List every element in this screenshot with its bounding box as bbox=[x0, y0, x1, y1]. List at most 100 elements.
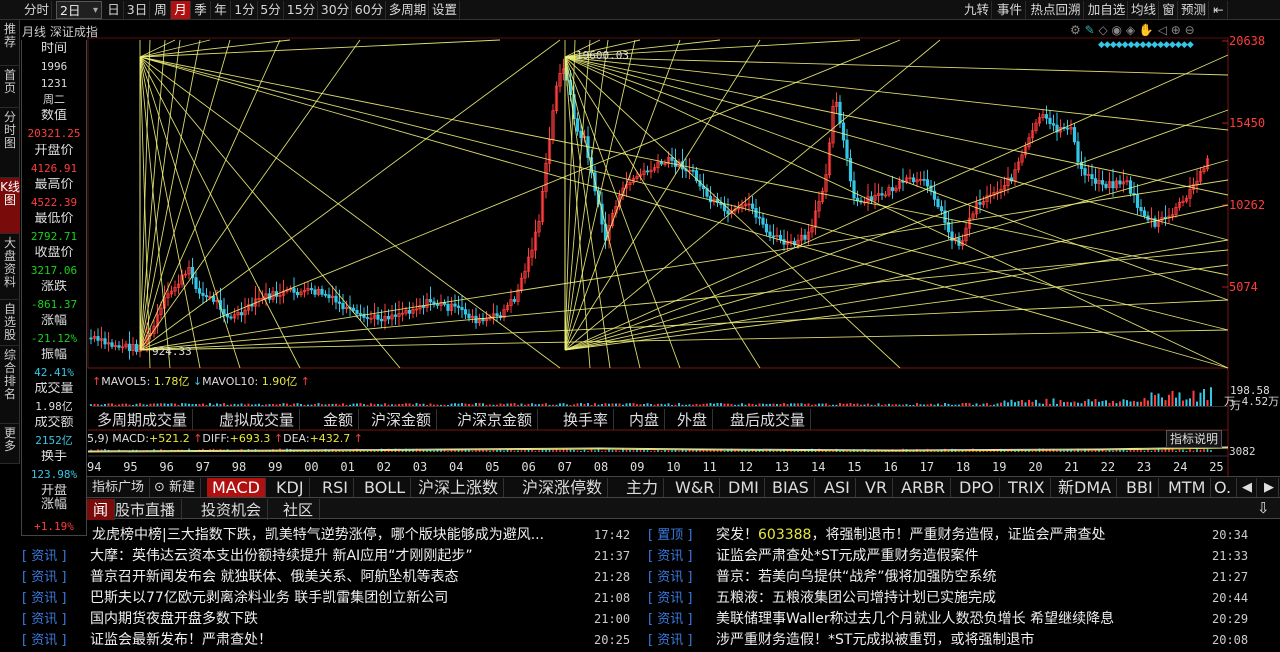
year-tick: 24 bbox=[1173, 460, 1188, 474]
itab-macd[interactable]: MACD bbox=[207, 478, 266, 497]
data-window-label: 最低价 bbox=[34, 212, 74, 226]
news-title[interactable]: 美联储理事Waller称过去几个月就业人数恐负增长 希望继续降息 bbox=[716, 609, 1114, 630]
itab-new[interactable]: ⊙ 新建 bbox=[149, 478, 202, 497]
news-title[interactable]: 普京：若美向乌提供“战斧”俄将加强防空系统 bbox=[716, 567, 997, 588]
news-tag[interactable]: [ 资讯 ] bbox=[648, 567, 714, 588]
vtab-hs-amount[interactable]: 沪深金额 bbox=[366, 409, 438, 430]
itab-bbi[interactable]: BBI bbox=[1121, 478, 1159, 497]
gear-icon[interactable]: ⚙ bbox=[1070, 23, 1081, 37]
news-title[interactable]: 巴斯夫以77亿欧元剥离涂料业务 联手凯雷集团创立新公司 bbox=[90, 588, 448, 609]
stock-code-link[interactable]: 603388 bbox=[758, 527, 811, 543]
year-tick: 18 bbox=[955, 460, 971, 474]
scroll-right-icon[interactable]: ▶ bbox=[1259, 478, 1279, 497]
itab-asi[interactable]: ASI bbox=[819, 478, 856, 497]
diff-value: +693.3 bbox=[229, 432, 271, 445]
pen-icon[interactable]: ✎ bbox=[1085, 23, 1095, 37]
news-tag[interactable]: [ 资讯 ] bbox=[648, 588, 714, 609]
vtab-turnover[interactable]: 换手率 bbox=[558, 409, 615, 430]
news-item[interactable]: [ 资讯 ] 证监会最新发布！严肃查处！ 20:25 bbox=[22, 630, 632, 651]
news-title[interactable]: 证监会最新发布！严肃查处！ bbox=[90, 630, 272, 651]
news-time: 21:08 bbox=[594, 591, 631, 605]
year-tick: 98 bbox=[231, 460, 247, 474]
volume-tabs: 多周期成交量 虚拟成交量 金额 沪深金额 沪深京金额 换手率 内盘 外盘 盘后成… bbox=[92, 406, 1228, 430]
news-item[interactable]: [ 资讯 ] 美联储理事Waller称过去几个月就业人数恐负增长 希望继续降息 20… bbox=[648, 609, 1256, 630]
hand-icon[interactable]: ✋ bbox=[1139, 23, 1154, 37]
itab-more[interactable]: O. bbox=[1209, 478, 1238, 497]
gann-fan-lines bbox=[139, 39, 1229, 369]
news-tag[interactable]: [ 资讯 ] bbox=[22, 546, 88, 567]
vtab-inner[interactable]: 内盘 bbox=[624, 409, 666, 430]
itab-dpo[interactable]: DPO bbox=[954, 478, 1000, 497]
news-item[interactable]: [ 资讯 ] 普京：若美向乌提供“战斧”俄将加强防空系统 21:27 bbox=[648, 567, 1256, 588]
news-title[interactable]: 龙虎榜中榜|三大指数下跌，凯美特气逆势涨停，哪个版块能够成为避风... bbox=[92, 525, 544, 546]
vtab-hsj-amount[interactable]: 沪深京金额 bbox=[452, 409, 539, 430]
layers-icon[interactable]: ◈ bbox=[1126, 23, 1135, 37]
dea-value: +432.7 bbox=[309, 432, 351, 445]
news-title[interactable]: 突发！603388，将强制退市！严重财务造假，证监会严肃查处 bbox=[716, 525, 1105, 546]
download-icon[interactable]: ⇩ bbox=[1251, 499, 1276, 517]
news-tag[interactable]: [ 资讯 ] bbox=[22, 609, 88, 630]
news-title[interactable]: 五粮液：五粮液集团公司增持计划已实施完成 bbox=[716, 588, 996, 609]
indicator-help-button[interactable]: 指标说明 bbox=[1166, 430, 1222, 448]
itab-mtm[interactable]: MTM bbox=[1163, 478, 1212, 497]
itab-new-dma[interactable]: 新DMA bbox=[1053, 478, 1118, 497]
year-tick: 97 bbox=[195, 460, 211, 474]
itab-boll[interactable]: BOLL bbox=[359, 478, 412, 497]
news-item[interactable]: [ 资讯 ] 大摩：英伟达云资本支出份额持续提升 新AI应用“才刚刚起步” 21:3… bbox=[22, 546, 632, 567]
itab-rsi[interactable]: RSI bbox=[317, 478, 354, 497]
itab-dmi[interactable]: DMI bbox=[723, 478, 765, 497]
itab-hs-limitup[interactable]: 沪深涨停数 bbox=[517, 478, 609, 497]
vtab-amount[interactable]: 金额 bbox=[318, 409, 360, 430]
itab-main-force[interactable]: 主力 bbox=[621, 478, 665, 497]
vtab-virtual-volume[interactable]: 虚拟成交量 bbox=[214, 409, 301, 430]
zoom-in-icon[interactable]: ⊕ bbox=[1171, 23, 1181, 37]
eraser-icon[interactable]: ◇ bbox=[1098, 23, 1107, 37]
news-item[interactable]: [ 资讯 ] 证监会严肃查处*ST元成严重财务造假案件 21:33 bbox=[648, 546, 1256, 567]
eye-icon[interactable]: ◉ bbox=[1112, 23, 1122, 37]
vtab-after-hours[interactable]: 盘后成交量 bbox=[725, 409, 812, 430]
data-window-value: 1.98亿 bbox=[35, 400, 73, 413]
ntab-community[interactable]: 社区 bbox=[277, 499, 321, 520]
news-tag[interactable]: [ 资讯 ] bbox=[22, 588, 88, 609]
data-window-label: 成交额 bbox=[34, 416, 74, 430]
news-item[interactable]: [ 资讯 ] 普京召开新闻发布会 就独联体、俄美关系、阿航坠机等表态 21:28 bbox=[22, 567, 632, 588]
scroll-left-icon[interactable]: ◀ bbox=[1237, 478, 1257, 497]
back-icon[interactable]: ◁ bbox=[1158, 23, 1167, 37]
data-window-label: 成交量 bbox=[34, 382, 74, 396]
vtab-outer[interactable]: 外盘 bbox=[672, 409, 714, 430]
news-item[interactable]: [ 资讯 ] 涉严重财务造假！*ST元成拟被重罚，或将强制退市 20:08 bbox=[648, 630, 1256, 651]
itab-hs-up[interactable]: 沪深上涨数 bbox=[413, 478, 505, 497]
zoom-out-icon[interactable]: ⊖ bbox=[1185, 23, 1195, 37]
vtab-multi-volume[interactable]: 多周期成交量 bbox=[92, 409, 194, 430]
news-title[interactable]: 大摩：英伟达云资本支出份额持续提升 新AI应用“才刚刚起步” bbox=[90, 546, 473, 567]
low-price-label: 924.33 bbox=[152, 345, 192, 358]
ntab-live[interactable]: 股市直播 bbox=[109, 499, 183, 520]
news-title[interactable]: 国内期货夜盘开盘多数下跌 bbox=[90, 609, 258, 630]
news-item[interactable]: [ 置顶 ] 突发！603388，将强制退市！严重财务造假，证监会严肃查处 20:3… bbox=[648, 525, 1256, 546]
news-tag[interactable]: [ 资讯 ] bbox=[648, 609, 714, 630]
news-title[interactable]: 证监会严肃查处*ST元成严重财务造假案件 bbox=[716, 546, 978, 567]
year-tick: 25 bbox=[1209, 460, 1224, 474]
news-item[interactable]: [ 资讯 ] 巴斯夫以77亿欧元剥离涂料业务 联手凯雷集团创立新公司 21:08 bbox=[22, 588, 632, 609]
news-tabs: 闻 股市直播 投资机会 社区 ⇩ bbox=[87, 498, 1280, 520]
news-tag[interactable]: [ 资讯 ] bbox=[648, 630, 714, 651]
itab-bias[interactable]: BIAS bbox=[767, 478, 815, 497]
news-tag[interactable]: [ 资讯 ] bbox=[22, 630, 88, 651]
itab-wr[interactable]: W&R bbox=[670, 478, 721, 497]
news-tag[interactable]: [ 置顶 ] bbox=[648, 525, 714, 546]
ntab-opportunity[interactable]: 投资机会 bbox=[195, 499, 269, 520]
itab-kdj[interactable]: KDJ bbox=[271, 478, 310, 497]
itab-indicator-square[interactable]: 指标广场 bbox=[87, 478, 151, 497]
itab-trix[interactable]: TRIX bbox=[1003, 478, 1051, 497]
news-title[interactable]: 涉严重财务造假！*ST元成拟被重罚，或将强制退市 bbox=[716, 630, 1034, 651]
itab-vr[interactable]: VR bbox=[860, 478, 894, 497]
news-item[interactable]: 龙虎榜中榜|三大指数下跌，凯美特气逆势涨停，哪个版块能够成为避风... 17:42 bbox=[22, 525, 632, 546]
news-tag[interactable]: [ 资讯 ] bbox=[22, 567, 88, 588]
news-tag[interactable]: [ 资讯 ] bbox=[648, 546, 714, 567]
news-item[interactable]: [ 资讯 ] 国内期货夜盘开盘多数下跌 21:00 bbox=[22, 609, 632, 630]
news-item[interactable]: [ 资讯 ] 五粮液：五粮液集团公司增持计划已实施完成 20:44 bbox=[648, 588, 1256, 609]
itab-arbr[interactable]: ARBR bbox=[896, 478, 952, 497]
mavol5-value: 1.78亿 bbox=[153, 375, 190, 388]
kline-chart[interactable]: 19600.03 924.33 bbox=[0, 0, 1280, 476]
news-title[interactable]: 普京召开新闻发布会 就独联体、俄美关系、阿航坠机等表态 bbox=[90, 567, 458, 588]
